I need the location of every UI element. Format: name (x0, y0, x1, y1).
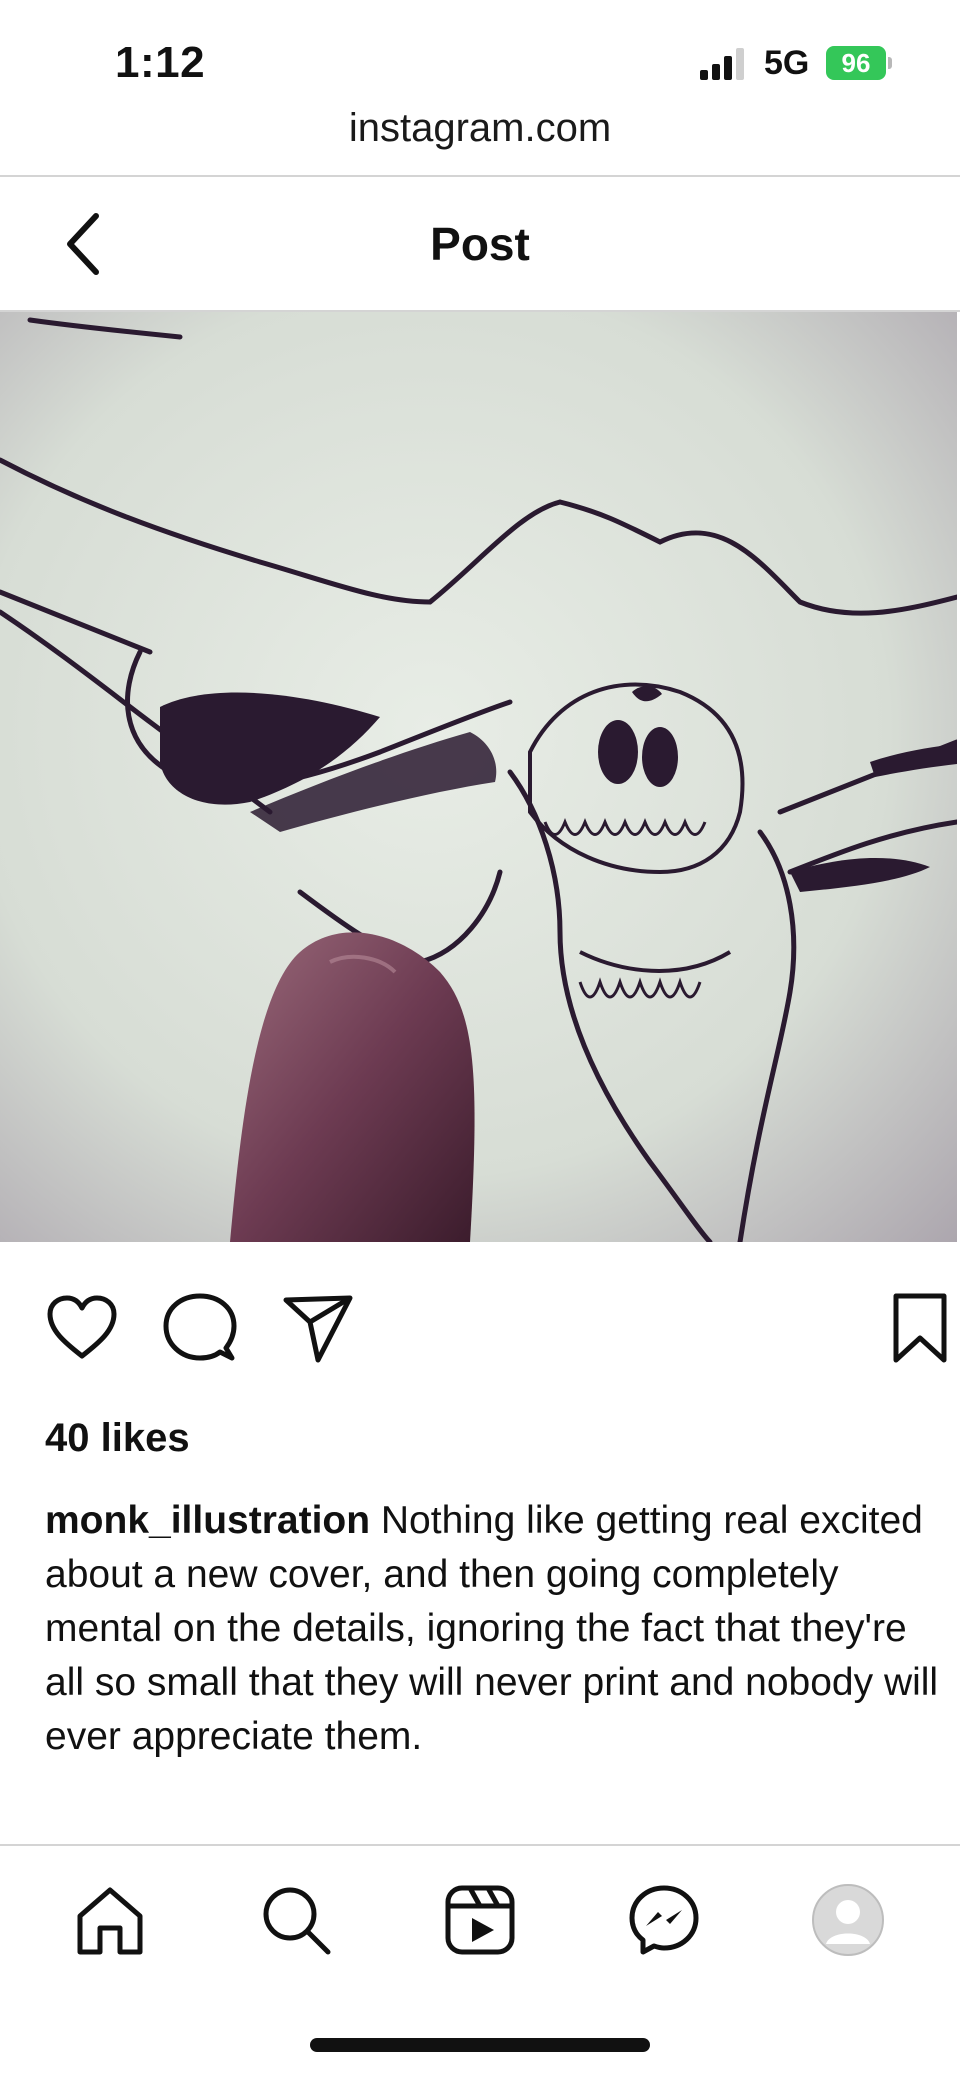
reels-icon[interactable] (442, 1882, 518, 1958)
chevron-left-icon[interactable] (56, 204, 116, 284)
divider-top (0, 175, 960, 177)
url-bar[interactable]: instagram.com (0, 98, 960, 158)
post-image[interactable] (0, 312, 957, 1242)
status-bar: 1:12 5G 96 (0, 0, 960, 110)
heart-icon[interactable] (44, 1290, 120, 1366)
post-caption: monk_illustration Nothing like getting r… (45, 1494, 950, 1764)
bookmark-icon[interactable] (882, 1290, 958, 1366)
home-indicator[interactable] (310, 2038, 650, 2052)
likes-count[interactable]: 40 likes (45, 1416, 190, 1461)
post-header: Post (0, 178, 960, 310)
messenger-icon[interactable] (626, 1882, 702, 1958)
comment-icon[interactable] (162, 1290, 238, 1366)
skull-sketch-image (0, 312, 957, 1242)
battery-level: 96 (826, 46, 886, 80)
search-icon[interactable] (258, 1882, 334, 1958)
post-actions (0, 1290, 960, 1380)
battery-icon: 96 (826, 46, 892, 80)
battery-cap (888, 57, 892, 69)
page-title: Post (430, 218, 530, 270)
network-label: 5G (764, 44, 810, 82)
share-icon[interactable] (280, 1290, 356, 1366)
caption-username[interactable]: monk_illustration (45, 1499, 370, 1542)
bottom-nav (0, 1846, 960, 1996)
signal-icon (700, 48, 744, 80)
home-icon[interactable] (72, 1882, 148, 1958)
status-time: 1:12 (115, 38, 206, 87)
profile-avatar[interactable] (810, 1882, 886, 1958)
